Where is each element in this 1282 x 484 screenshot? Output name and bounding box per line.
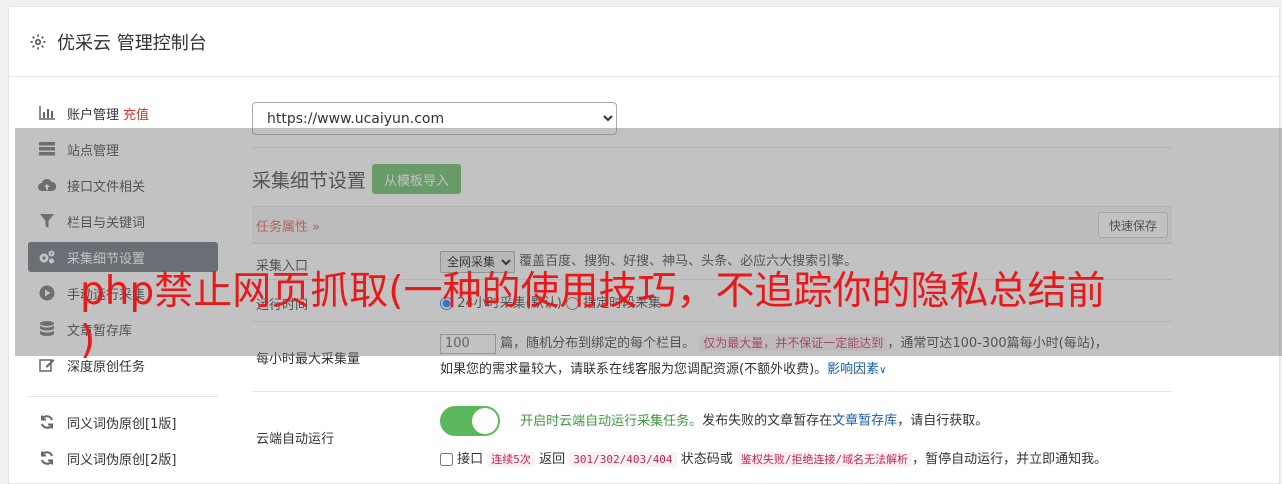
refresh-icon — [38, 449, 56, 467]
sidebar-item-synonym-v1[interactable]: 同义词伪原创[1版] — [28, 407, 218, 437]
code-status: 301/302/403/404 — [569, 452, 677, 467]
checkbox-label: 接口 — [457, 452, 484, 467]
code-errors: 鉴权失败/拒绝连接/域名无法解析 — [736, 452, 913, 467]
sidebar-item-label: 账户管理 — [67, 107, 120, 123]
text-end: ，暂停自动运行，并立即通知我。 — [912, 452, 1108, 467]
text-return: 返回 — [539, 452, 566, 467]
sidebar-item-synonym-v2[interactable]: 同义词伪原创[2版] — [28, 443, 218, 473]
cloud-auto-on-text: 开启时云端自动运行采集任务。 — [520, 413, 703, 429]
recharge-link[interactable]: 充值 — [123, 104, 149, 123]
cloud-auto-toggle[interactable] — [440, 406, 500, 436]
edit-icon — [38, 356, 56, 374]
sidebar-item-label: 同义词伪原创[1版] — [67, 416, 177, 432]
bar-chart-icon — [38, 104, 56, 122]
cloud-text-2: ，请自行获取。 — [897, 413, 989, 429]
article-storage-link[interactable]: 文章暂存库 — [832, 414, 897, 429]
panel-header: 优采云 管理控制台 — [9, 7, 1279, 77]
refresh-icon — [38, 413, 56, 431]
gear-icon — [30, 34, 46, 49]
pause-on-error-checkbox[interactable] — [440, 453, 453, 466]
watermark-line-2: ) — [80, 317, 96, 363]
watermark-line-1: php禁止网页抓取(一种的使用技巧，不追踪你的隐私总结前 — [80, 269, 1106, 314]
page-title: 优采云 管理控制台 — [57, 32, 207, 54]
code-5-times: 连续5次 — [487, 452, 535, 467]
sidebar-item-label: 同义词伪原创[2版] — [67, 452, 177, 468]
toggle-knob — [472, 408, 498, 434]
watermark-text: php禁止网页抓取(一种的使用技巧，不追踪你的隐私总结前 ) — [80, 268, 1105, 366]
sidebar-divider — [28, 396, 218, 397]
text-status: 状态码或 — [680, 452, 733, 467]
row-cloud-auto: 云端自动运行 开启时云端自动运行采集任务。发布失败的文章暂存在文章暂存库，请自行… — [252, 392, 1172, 482]
sidebar-item-account[interactable]: 账户管理 充值 — [28, 98, 218, 128]
chevron-down-icon: ∨ — [879, 365, 887, 376]
cloud-auto-label: 云端自动运行 — [256, 432, 335, 447]
cloud-text-1: 发布失败的文章暂存在 — [702, 413, 833, 429]
